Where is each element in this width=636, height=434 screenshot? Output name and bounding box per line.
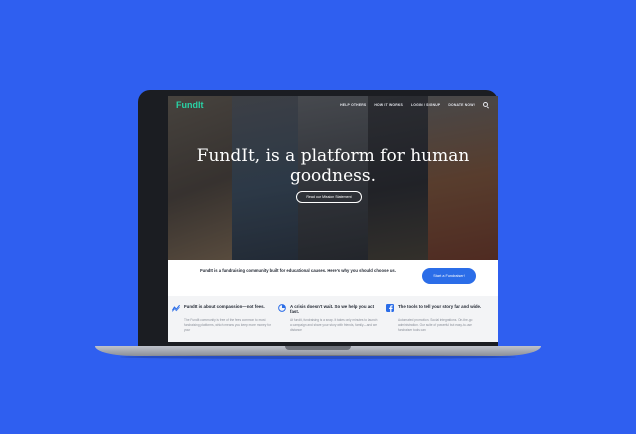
laptop-notch [285,346,351,350]
laptop-screen: FundIt HELP OTHERS HOW IT WORKS LOGIN / … [168,96,498,342]
facebook-icon [386,304,394,312]
brand-logo[interactable]: FundIt [176,100,204,110]
intro-strip: FundIt is a fundraising community built … [168,260,498,296]
main-nav: HELP OTHERS HOW IT WORKS LOGIN / SIGNUP … [340,102,488,107]
feature-title: The tools to tell your story far and wid… [398,304,482,309]
nav-donate-now[interactable]: DONATE NOW! [448,103,475,107]
feature-body: The FundIt community is free of the fees… [184,318,271,333]
feature-body: Automated promotion. Social integrations… [398,318,473,333]
trend-line-icon [172,304,180,312]
laptop-shadow [120,355,516,359]
pie-chart-icon [278,304,286,312]
intro-text: FundIt is a fundraising community built … [200,268,396,273]
nav-login-signup[interactable]: LOGIN / SIGNUP [411,103,440,107]
hero-headline: FundIt, is a platform for human goodness… [196,146,470,186]
feature-title: FundIt is about compassion—not fees. [184,304,265,309]
hero-section: FundIt HELP OTHERS HOW IT WORKS LOGIN / … [168,96,498,260]
nav-help-others[interactable]: HELP OTHERS [340,103,366,107]
features-section: FundIt is about compassion—not fees. The… [168,296,498,342]
search-icon[interactable] [483,102,488,107]
nav-how-it-works[interactable]: HOW IT WORKS [374,103,403,107]
mission-statement-button[interactable]: Read our Mission Statement [296,191,362,203]
start-fundraiser-button[interactable]: Start a Fundraiser! [422,268,476,284]
feature-body: At fundit, fundraising is a snap. It tak… [290,318,378,333]
feature-title: A crisis doesn't wait. So we help you ac… [290,304,375,315]
